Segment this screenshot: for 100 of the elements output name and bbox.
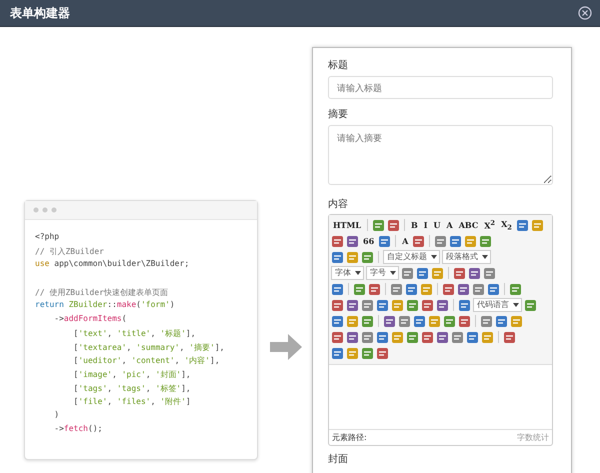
toolbar-icon[interactable]: [387, 218, 400, 232]
toolbar-button[interactable]: HTML: [331, 220, 363, 230]
code-line: // 引入ZBuilder: [35, 246, 104, 256]
toolbar-button[interactable]: B: [409, 220, 420, 230]
toolbar-icon[interactable]: [378, 234, 392, 248]
toolbar-button[interactable]: U: [432, 220, 442, 230]
toolbar-icon[interactable]: [436, 298, 449, 312]
toolbar-icon[interactable]: [346, 298, 359, 312]
toolbar-icon[interactable]: [428, 314, 441, 328]
toolbar-button[interactable]: X$^{2}$: [482, 219, 498, 231]
toolbar-icon[interactable]: [361, 250, 374, 264]
toolbar-icon[interactable]: [413, 314, 426, 328]
toolbar-dropdown[interactable]: 自定义标题: [383, 250, 440, 264]
toolbar-icon[interactable]: [466, 330, 479, 344]
code-line: ['ueditor', 'content', '内容'],: [72, 356, 220, 366]
toolbar-icon[interactable]: [376, 298, 389, 312]
toolbar-icon[interactable]: [453, 266, 466, 280]
toolbar-icon[interactable]: [487, 282, 500, 296]
toolbar-dropdown[interactable]: 段落格式: [442, 250, 491, 264]
toolbar-button[interactable]: A: [400, 236, 410, 246]
toolbar-icon[interactable]: [495, 314, 508, 328]
toolbar-icon[interactable]: [472, 282, 485, 296]
field-label: 摘要: [328, 109, 349, 121]
toolbar-icon[interactable]: [346, 330, 359, 344]
toolbar-icon[interactable]: [331, 314, 344, 328]
toolbar-icon[interactable]: [416, 266, 429, 280]
toolbar-button[interactable]: A: [444, 220, 455, 230]
toolbar-icon[interactable]: [479, 234, 492, 248]
title-input-field[interactable]: 请输入标题: [328, 76, 553, 99]
toolbar-icon[interactable]: [503, 330, 516, 344]
toolbar-icon[interactable]: [353, 282, 366, 296]
toolbar-icon[interactable]: [376, 330, 389, 344]
toolbar-icon[interactable]: [361, 298, 374, 312]
code-line: <?php: [35, 232, 60, 241]
toolbar-icon[interactable]: [516, 218, 529, 232]
toolbar-dropdown[interactable]: 字号: [366, 266, 399, 280]
toolbar-icon[interactable]: [421, 330, 434, 344]
toolbar-icon[interactable]: [391, 330, 404, 344]
toolbar-icon[interactable]: [372, 218, 385, 232]
toolbar-icon[interactable]: [468, 266, 481, 280]
toolbar-icon[interactable]: [383, 314, 396, 328]
toolbar-icon[interactable]: [420, 282, 433, 296]
toolbar-icon[interactable]: [406, 298, 419, 312]
toolbar-icon[interactable]: [361, 330, 374, 344]
toolbar-icon[interactable]: [457, 282, 470, 296]
toolbar-icon[interactable]: [331, 346, 344, 360]
toolbar-icon[interactable]: [361, 346, 374, 360]
toolbar-icon[interactable]: [368, 282, 381, 296]
toolbar-icon[interactable]: [391, 298, 404, 312]
toolbar-icon[interactable]: [421, 298, 434, 312]
toolbar-dropdown[interactable]: 代码语言: [473, 298, 522, 312]
toolbar-icon[interactable]: [524, 298, 537, 312]
toolbar-icon[interactable]: [458, 314, 471, 328]
toolbar-dropdown[interactable]: 字体: [331, 266, 364, 280]
toolbar-icon[interactable]: [398, 314, 411, 328]
toolbar-icon[interactable]: [331, 298, 344, 312]
toolbar-button[interactable]: I: [422, 220, 430, 230]
toolbar-icon[interactable]: [390, 282, 403, 296]
toolbar-icon[interactable]: [401, 266, 414, 280]
toolbar-icon[interactable]: [451, 330, 464, 344]
code-line: return ZBuilder::make('form'): [35, 300, 175, 310]
toolbar-icon[interactable]: [481, 330, 494, 344]
toolbar-button[interactable]: 66: [361, 236, 376, 246]
close-icon[interactable]: [578, 6, 592, 20]
field-label: 内容: [328, 199, 349, 211]
toolbar-icon[interactable]: [436, 330, 449, 344]
toolbar-icon[interactable]: [412, 234, 426, 248]
code-line: // 使用ZBuilder快速创建表单页面: [35, 288, 168, 297]
toolbar-icon[interactable]: [442, 282, 455, 296]
toolbar-icon[interactable]: [405, 282, 418, 296]
toolbar-icon[interactable]: [331, 330, 344, 344]
toolbar-icon[interactable]: [431, 266, 444, 280]
toolbar-icon[interactable]: [331, 282, 344, 296]
toolbar-icon[interactable]: [346, 250, 359, 264]
toolbar-icon[interactable]: [434, 234, 448, 248]
summary-input-field[interactable]: 请输入摘要: [328, 125, 553, 185]
toolbar-button[interactable]: ABC: [456, 220, 480, 230]
toolbar-icon[interactable]: [509, 282, 522, 296]
toolbar-icon[interactable]: [464, 234, 478, 248]
toolbar-button[interactable]: X$_{2}$: [499, 218, 514, 232]
toolbar-icon[interactable]: [331, 234, 344, 248]
toolbar-icon[interactable]: [480, 314, 493, 328]
toolbar-icon[interactable]: [443, 314, 456, 328]
toolbar-icon[interactable]: [331, 250, 344, 264]
toolbar-icon[interactable]: [346, 234, 359, 248]
toolbar-icon[interactable]: [376, 346, 389, 360]
code-line: ): [53, 410, 60, 419]
code-line: ['text', 'title', '标题'],: [72, 328, 196, 338]
toolbar-icon[interactable]: [406, 330, 419, 344]
code-line: ['file', 'files', '附件']: [72, 397, 191, 406]
toolbar-icon[interactable]: [346, 346, 359, 360]
code-line: ['textarea', 'summary', '摘要'],: [72, 342, 224, 352]
toolbar-icon[interactable]: [458, 298, 471, 312]
toolbar-icon[interactable]: [361, 314, 374, 328]
toolbar-icon[interactable]: [483, 266, 496, 280]
toolbar-icon[interactable]: [510, 314, 523, 328]
code-line: ->addFormItems(: [53, 314, 127, 324]
toolbar-icon[interactable]: [530, 218, 544, 232]
toolbar-icon[interactable]: [346, 314, 359, 328]
toolbar-icon[interactable]: [449, 234, 462, 248]
